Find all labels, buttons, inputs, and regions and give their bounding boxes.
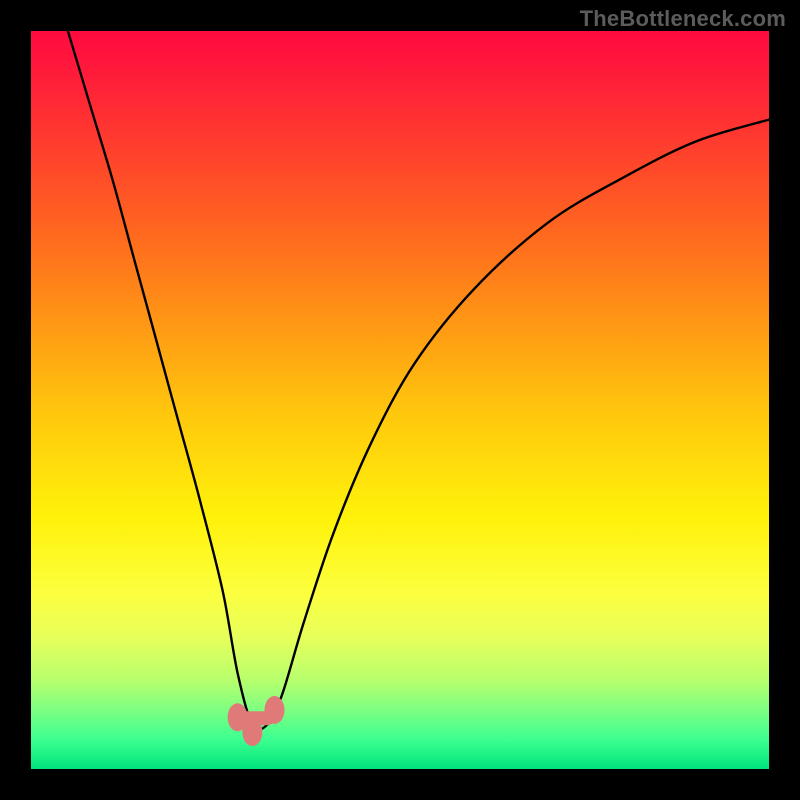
chart-frame: TheBottleneck.com (0, 0, 800, 800)
trough-marker (242, 718, 262, 746)
plot-area (31, 31, 769, 769)
trough-marker (265, 696, 285, 724)
trough-markers (228, 696, 285, 746)
bottleneck-curve (68, 31, 769, 730)
curve-svg (31, 31, 769, 769)
watermark-text: TheBottleneck.com (580, 6, 786, 32)
